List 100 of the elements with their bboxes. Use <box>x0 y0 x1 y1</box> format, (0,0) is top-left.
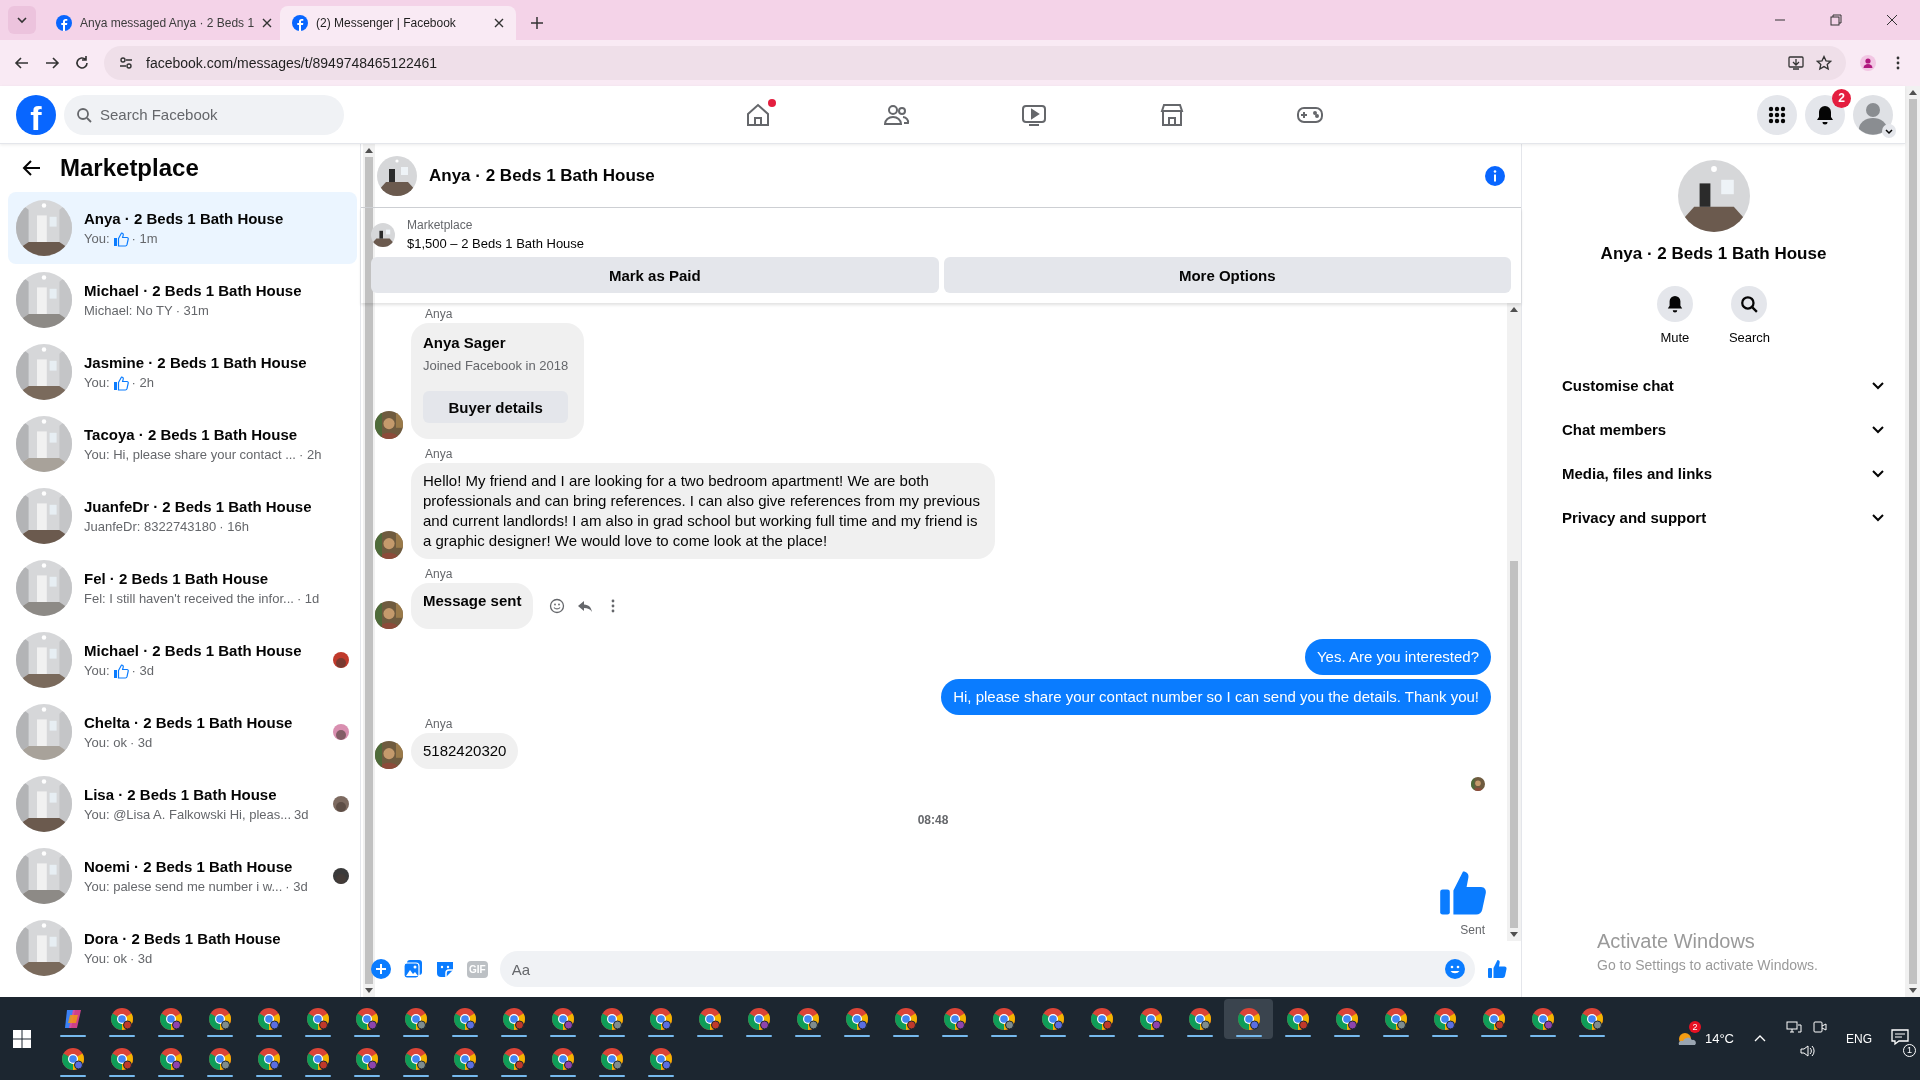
site-settings-icon[interactable] <box>118 55 134 71</box>
back-icon[interactable] <box>14 55 30 71</box>
browser-tab[interactable]: Anya messaged Anya · 2 Beds 1 <box>44 6 280 40</box>
conversation-title: Michael · 2 Beds 1 Bath House <box>84 282 303 299</box>
listing-action-button[interactable]: More Options <box>943 257 1511 293</box>
browser-icon <box>403 1046 428 1071</box>
tab-list-button[interactable] <box>8 6 36 34</box>
sidebar-title: Marketplace <box>60 154 199 182</box>
thumbs-up-icon <box>112 230 129 247</box>
browser-icon <box>109 1046 134 1071</box>
browser-icon <box>1236 1006 1261 1031</box>
facebook-logo[interactable]: f <box>16 94 56 135</box>
conversation-item[interactable]: Chelta · 2 Beds 1 Bath House You: ok · 3d <box>8 696 358 768</box>
reload-icon[interactable] <box>74 55 90 71</box>
section-header[interactable]: Chat members <box>1530 407 1897 451</box>
browser-icon <box>452 1046 477 1071</box>
photo-icon[interactable] <box>403 959 423 979</box>
back-arrow-icon[interactable] <box>22 158 42 178</box>
star-icon[interactable] <box>1816 55 1832 71</box>
conversation-item[interactable]: Fel · 2 Beds 1 Bath House Fel: I still haven't received the infor... · 1d <box>8 552 358 624</box>
mute-button[interactable] <box>1656 286 1693 322</box>
conversation-item[interactable]: Tacoya · 2 Beds 1 Bath House You: Hi, please share your contact ... · 2h <box>8 408 358 480</box>
message-bubble: Hello! My friend and I are looking for a two bedroom apartment! We are both professionals and can bring references. I can also give references from my previous and current landlords! I am also in grad school but working full time and my friend is a graphic designer! We would love to come look at the place! <box>411 463 995 559</box>
thumbs-up-icon[interactable] <box>1487 959 1507 979</box>
network-icon[interactable] <box>1786 1018 1802 1035</box>
buyer-details-button[interactable]: Buyer details <box>423 391 569 423</box>
close-icon[interactable] <box>494 18 504 28</box>
apps-menu-button[interactable] <box>1757 94 1797 135</box>
conversation-item[interactable]: Anya · 2 Beds 1 Bath House You: · 1m <box>8 192 358 264</box>
new-tab-icon[interactable] <box>530 16 544 30</box>
close-icon[interactable] <box>1886 14 1898 26</box>
message-preview: You: <box>84 231 110 246</box>
browser-icon <box>599 1046 624 1071</box>
browser-icon <box>795 1006 820 1031</box>
conversation-item[interactable]: Michael · 2 Beds 1 Bath House You: · 3d <box>8 624 358 696</box>
scrollbar[interactable] <box>1905 86 1920 997</box>
browser-icon <box>1334 1006 1359 1031</box>
url-text: facebook.com/messages/t/8949748465122461 <box>146 55 438 71</box>
message-time: · 1m <box>131 231 158 246</box>
grid-icon <box>1767 104 1787 125</box>
info-icon[interactable] <box>1485 165 1505 186</box>
message-time: · 3d <box>129 951 153 966</box>
restore-icon[interactable] <box>1830 14 1842 26</box>
volume-icon[interactable] <box>1799 1042 1815 1059</box>
address-bar[interactable]: facebook.com/messages/t/8949748465122461 <box>104 46 1846 80</box>
windows-start-icon[interactable] <box>12 1028 32 1049</box>
browser-tab[interactable]: (2) Messenger | Facebook <box>280 6 516 40</box>
notification-center-icon[interactable] <box>1890 1026 1910 1047</box>
notifications-button[interactable] <box>1805 94 1845 135</box>
browser-icon <box>1530 1006 1555 1031</box>
emoji-icon[interactable] <box>1445 959 1465 979</box>
profile-icon[interactable] <box>1860 55 1876 71</box>
message-time: · 31m <box>175 303 209 318</box>
notification-badge: 2 <box>1832 88 1851 108</box>
browser-taskbar-button[interactable] <box>1224 998 1273 1039</box>
message-bubble: Yes. Are you interested? <box>1304 639 1491 675</box>
conversation-item[interactable]: JuanfeDr · 2 Beds 1 Bath House JuanfeDr: 8322743180 · 16h <box>8 480 358 552</box>
conversation-title: JuanfeDr · 2 Beds 1 Bath House <box>84 498 313 515</box>
scrollbar[interactable] <box>1507 303 1521 941</box>
browser-icon <box>599 1006 624 1031</box>
browser-icon <box>501 1046 526 1071</box>
message-time: · 2h <box>131 375 154 390</box>
section-header[interactable]: Customise chat <box>1530 363 1897 407</box>
scrollbar[interactable] <box>363 144 376 997</box>
camera-icon[interactable] <box>1812 1018 1828 1035</box>
chat-name: Anya · 2 Beds 1 Bath House <box>1600 244 1827 264</box>
install-icon[interactable] <box>1788 55 1804 71</box>
conversation-item[interactable]: Lisa · 2 Beds 1 Bath House You: @Lisa A. Falkowski Hi, pleas... 3d <box>8 768 358 840</box>
message-preview: You: Hi, please share your contact ... <box>84 447 296 462</box>
browser-icon <box>893 1006 918 1031</box>
section-header[interactable]: Media, files and links <box>1530 451 1897 495</box>
sticker-icon[interactable] <box>435 959 455 979</box>
conversation-title: Chelta · 2 Beds 1 Bath House <box>84 714 294 731</box>
emoji-icon[interactable] <box>549 598 566 614</box>
search-icon <box>76 106 92 123</box>
action-label: Search <box>1728 330 1771 345</box>
search-button[interactable] <box>1731 286 1768 322</box>
language-indicator[interactable]: ENG <box>1846 1031 1872 1046</box>
section-header[interactable]: Privacy and support <box>1530 495 1897 539</box>
browser-icon <box>501 1006 526 1031</box>
add-icon[interactable] <box>371 959 391 979</box>
conversation-item[interactable]: Noemi · 2 Beds 1 Bath House You: palese send me number i w... · 3d <box>8 840 358 912</box>
search-field[interactable]: Search Facebook <box>64 94 344 135</box>
conversation-item[interactable]: Dora · 2 Beds 1 Bath House You: ok · 3d <box>8 912 358 984</box>
thumbs-up-icon <box>112 374 129 391</box>
delivery-status: Sent <box>1460 923 1485 937</box>
message-bubble: Message sent <box>411 583 534 629</box>
close-icon[interactable] <box>262 18 273 28</box>
facebook-icon <box>292 15 308 31</box>
forward-icon[interactable] <box>44 55 60 71</box>
thumbs-up-icon <box>112 662 129 679</box>
bell-icon <box>1815 104 1835 125</box>
reply-icon[interactable] <box>577 598 594 614</box>
listing-action-button[interactable]: Mark as Paid <box>371 257 939 293</box>
conversation-item[interactable]: Michael · 2 Beds 1 Bath House Michael: No TY · 31m <box>8 264 358 336</box>
caret-icon[interactable] <box>1882 123 1896 138</box>
browser-icon <box>1187 1006 1212 1031</box>
message-time: · 1d <box>296 591 320 606</box>
conversation-item[interactable]: Jasmine · 2 Beds 1 Bath House You: · 2h <box>8 336 358 408</box>
message-field[interactable]: Aa <box>499 951 1475 987</box>
